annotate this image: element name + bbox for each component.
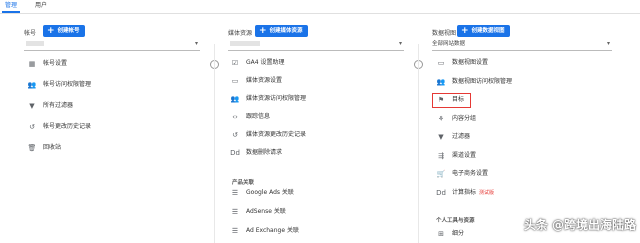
menu-item-filter[interactable]: ▼ 过滤器 xyxy=(436,130,470,144)
chevron-down-icon: ▾ xyxy=(606,40,610,47)
divider xyxy=(418,44,419,243)
code-icon: ‹› xyxy=(232,113,238,121)
menu-item-cart[interactable]: 🛒 电子商务设置 xyxy=(436,167,488,181)
filter-icon: ▼ xyxy=(29,102,35,110)
people-icon: 👥 xyxy=(230,95,240,103)
menu-item-checklist[interactable]: ☑ GA4 设置助理 xyxy=(230,56,285,70)
segment-icon: ⊞ xyxy=(438,230,444,238)
create-view-button[interactable]: + 创建数据视图 xyxy=(457,25,510,37)
beta-badge: 测试版 xyxy=(479,189,495,196)
menu-item-label: 帐号访问权限管理 xyxy=(43,81,92,88)
menu-item-label: 数据视图设置 xyxy=(452,59,489,66)
menu-item-list[interactable]: ☰ AdSense 关联 xyxy=(230,205,286,219)
menu-item-label: 数据删除请求 xyxy=(246,149,283,156)
menu-item-label: Google Ads 关联 xyxy=(246,189,294,196)
property-column-title: 媒体资源 xyxy=(228,30,253,37)
menu-item-label: GA4 设置助理 xyxy=(246,59,285,66)
account-column-title: 帐号 xyxy=(24,30,37,37)
menu-item-label: 电子商务设置 xyxy=(452,170,489,177)
building-icon: ▦ xyxy=(28,60,36,68)
menu-item-label: 计算指标 xyxy=(452,188,477,196)
personal-tools-section-label: 个人工具与资源 xyxy=(436,218,475,224)
menu-item-history[interactable]: ↺ 媒体资源更改历史记录 xyxy=(230,128,306,142)
menu-item-list[interactable]: ☰ Google Ads 关联 xyxy=(230,186,294,200)
view-select[interactable]: 全部网站数据 ▾ xyxy=(432,38,612,51)
list-icon: ☰ xyxy=(231,189,239,197)
menu-item-label: 数据视图访问权限管理 xyxy=(452,77,513,85)
checklist-icon: ☑ xyxy=(231,59,239,67)
cart-icon: 🛒 xyxy=(436,170,446,178)
content-grouping-icon: ⚘ xyxy=(437,114,445,123)
create-property-button[interactable]: + 创建媒体资源 xyxy=(255,25,308,37)
menu-item-history[interactable]: ↺ 帐号更改历史记录 xyxy=(27,120,91,134)
menu-item-segment[interactable]: ⊞ 细分 xyxy=(436,227,464,241)
dd-icon: Dd xyxy=(436,188,446,197)
menu-item-label: 跟踪信息 xyxy=(246,113,271,120)
menu-item-label: 媒体资源设置 xyxy=(246,77,283,84)
goals-highlight-box xyxy=(432,93,471,108)
history-icon: ↺ xyxy=(29,123,35,131)
create-account-button[interactable]: + 创建帐号 xyxy=(43,25,85,37)
view-column-title: 数据视图 xyxy=(432,30,457,37)
menu-item-label: 媒体资源访问权限管理 xyxy=(246,95,307,102)
filter-icon: ▼ xyxy=(438,133,444,141)
list-icon: ☰ xyxy=(231,227,239,235)
menu-item-list[interactable]: ☰ Ad Exchange 关联 xyxy=(230,224,299,238)
menu-item-people[interactable]: 👥 帐号访问权限管理 xyxy=(27,78,91,92)
menu-item-trash[interactable]: 🗑 回收站 xyxy=(27,141,61,155)
menu-item-code[interactable]: ‹› 跟踪信息 xyxy=(230,110,270,124)
top-tabs: 管理 用户 xyxy=(0,0,640,14)
trash-icon: 🗑 xyxy=(27,144,37,152)
menu-item-label: 渠道设置 xyxy=(452,151,477,159)
menu-item-label: 回收站 xyxy=(43,144,62,151)
people-icon: 👥 xyxy=(436,77,446,86)
tab-admin[interactable]: 管理 xyxy=(2,1,21,13)
menu-item-filter[interactable]: ▼ 所有过滤器 xyxy=(27,99,73,113)
menu-item-label: 细分 xyxy=(452,230,465,237)
menu-item-label: Ad Exchange 关联 xyxy=(246,227,299,234)
dd-icon: Dd xyxy=(230,149,240,157)
menu-item-label: 帐号更改历史记录 xyxy=(43,123,92,130)
menu-item-dd[interactable]: Dd 计算指标 测试版 xyxy=(436,186,494,200)
people-icon: 👥 xyxy=(27,81,37,89)
menu-item-label: 过滤器 xyxy=(452,133,471,140)
history-icon: ↺ xyxy=(232,131,238,139)
menu-item-label: 内容分组 xyxy=(452,114,477,122)
product-links-section-label: 产品关联 xyxy=(232,180,255,186)
list-icon: ☰ xyxy=(231,208,239,216)
menu-item-label: 媒体资源更改历史记录 xyxy=(246,131,307,138)
chevron-down-icon: ▾ xyxy=(398,40,402,47)
property-select[interactable]: ▾ xyxy=(228,38,404,51)
account-select[interactable]: ▾ xyxy=(24,38,200,51)
menu-item-window[interactable]: ▭ 数据视图设置 xyxy=(436,56,488,70)
menu-item-dd[interactable]: Dd 数据删除请求 xyxy=(230,146,282,160)
menu-item-window[interactable]: ▭ 媒体资源设置 xyxy=(230,74,282,88)
menu-item-channel[interactable]: ⇶ 渠道设置 xyxy=(436,149,476,163)
menu-item-people[interactable]: 👥 数据视图访问权限管理 xyxy=(436,75,512,89)
window-icon: ▭ xyxy=(231,77,239,85)
menu-item-building[interactable]: ▦ 帐号设置 xyxy=(27,57,67,71)
menu-item-label: 所有过滤器 xyxy=(43,102,74,109)
chevron-down-icon: ▾ xyxy=(194,40,198,47)
watermark: 头条 @跨境出海陆路 xyxy=(523,218,636,232)
window-icon: ▭ xyxy=(437,59,445,67)
menu-item-people[interactable]: 👥 媒体资源访问权限管理 xyxy=(230,92,306,106)
tab-users[interactable]: 用户 xyxy=(32,1,50,11)
menu-item-content-grouping[interactable]: ⚘ 内容分组 xyxy=(436,112,476,126)
menu-item-label: AdSense 关联 xyxy=(246,208,286,215)
channel-icon: ⇶ xyxy=(438,151,444,160)
divider xyxy=(214,44,215,243)
menu-item-label: 帐号设置 xyxy=(43,60,68,67)
